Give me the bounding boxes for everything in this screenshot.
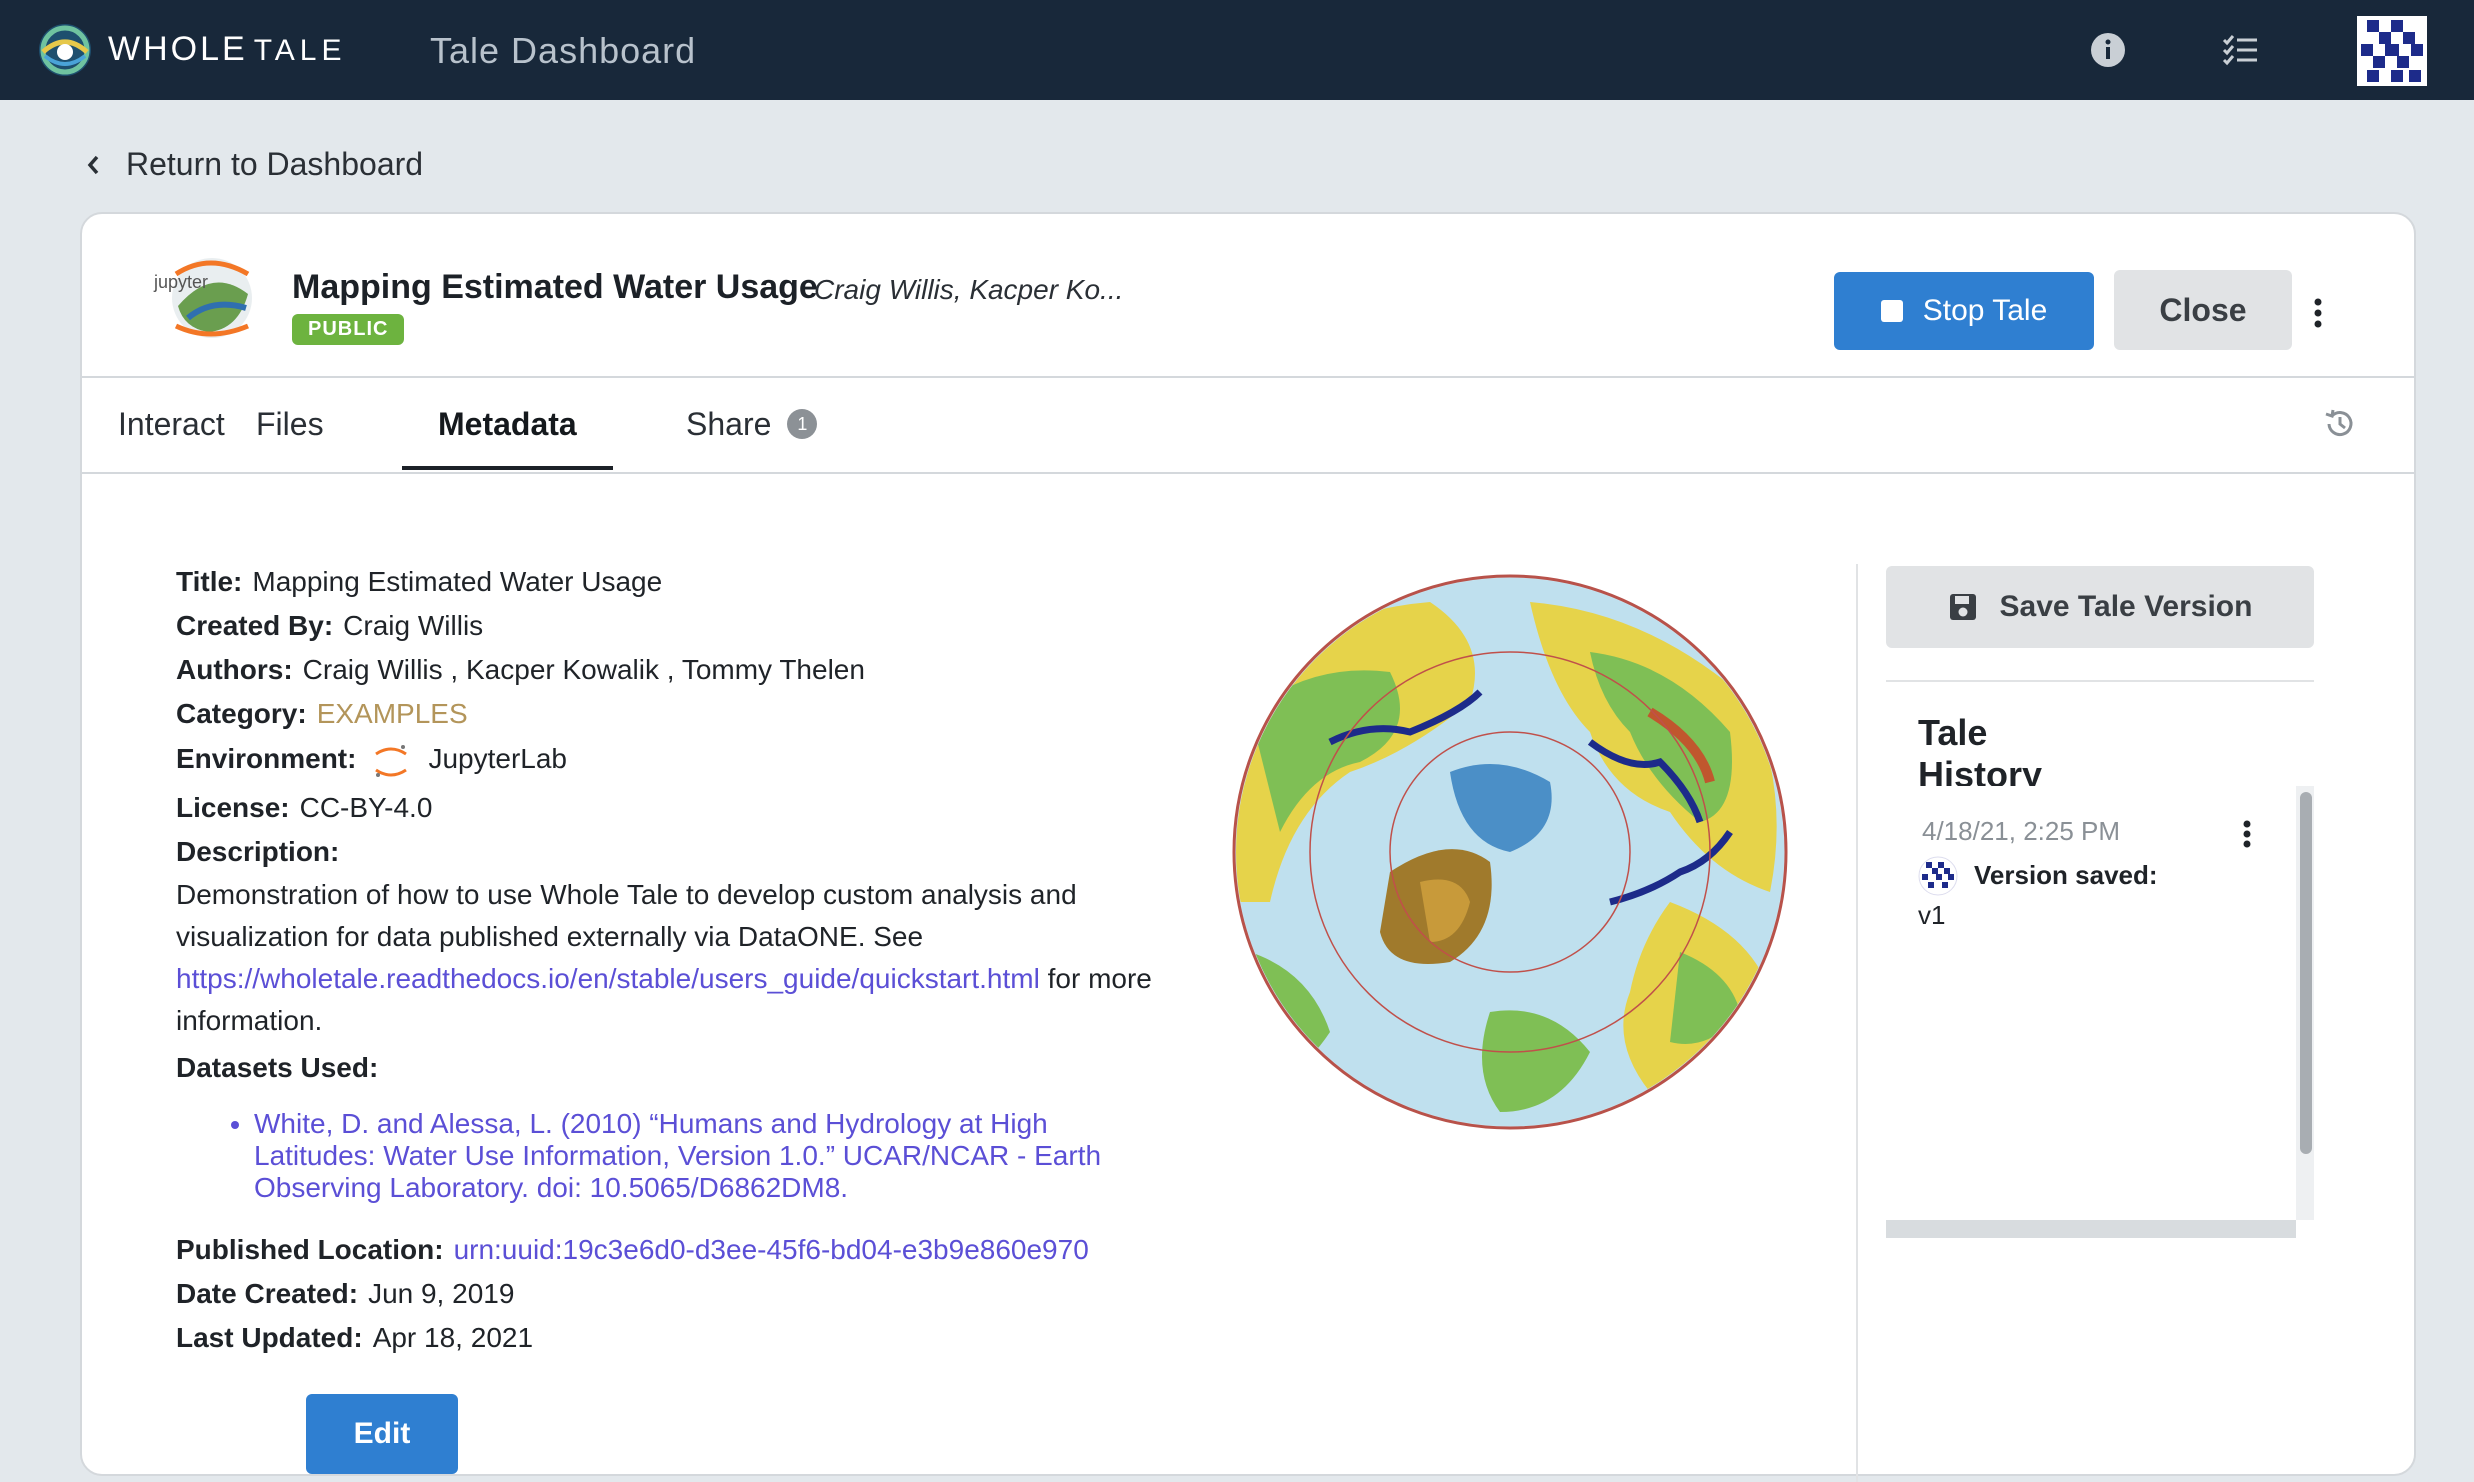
published-location-row: Published Location: urn:uuid:19c3e6d0-d3e… xyxy=(176,1228,1216,1272)
title-row: Title: Mapping Estimated Water Usage xyxy=(176,560,1216,604)
tab-files[interactable]: Files xyxy=(220,378,360,470)
last-updated-row: Last Updated: Apr 18, 2021 xyxy=(176,1316,1216,1360)
save-tale-version-label: Save Tale Version xyxy=(1999,590,2253,623)
brand-primary: WHOLE xyxy=(108,30,248,68)
tale-title: Mapping Estimated Water Usage xyxy=(292,268,818,306)
return-to-dashboard-link[interactable]: Return to Dashboard xyxy=(86,146,423,183)
return-label: Return to Dashboard xyxy=(126,146,424,182)
datasets-list: White, D. and Alessa, L. (2010) “Humans … xyxy=(176,1108,1174,1204)
edit-button[interactable]: Edit xyxy=(306,1394,458,1474)
description-heading: Description: xyxy=(176,830,1216,874)
category-value: EXAMPLES xyxy=(316,698,468,729)
published-location-link[interactable]: urn:uuid:19c3e6d0-d3ee-45f6-bd04-e3b9e86… xyxy=(454,1234,1089,1265)
environment-row: Environment: JupyterLab xyxy=(176,736,1216,782)
tale-authors: Craig Willis, Kacper Ko... xyxy=(814,274,1124,305)
tab-label: Interact xyxy=(118,406,225,442)
public-badge: PUBLIC xyxy=(292,314,405,345)
page-title: Tale Dashboard xyxy=(430,30,697,71)
metadata-panel: Title: Mapping Estimated Water Usage Crea… xyxy=(176,560,1216,1360)
created-by-label: Created By: xyxy=(176,610,334,641)
share-count-badge: 1 xyxy=(787,408,818,439)
date-created-value: Jun 9, 2019 xyxy=(368,1278,515,1309)
stop-tale-button[interactable]: Stop Tale xyxy=(1834,272,2094,350)
description-text: Demonstration of how to use Whole Tale t… xyxy=(176,879,1077,952)
close-button[interactable]: Close xyxy=(2114,270,2292,350)
environment-label: Environment: xyxy=(176,743,357,774)
history-entry-action: Version saved: xyxy=(1974,860,2158,890)
last-updated-label: Last Updated: xyxy=(176,1322,363,1353)
description-body: Demonstration of how to use Whole Tale t… xyxy=(176,874,1156,1042)
history-icon[interactable] xyxy=(2322,406,2358,442)
author-name: Craig Willis xyxy=(302,654,443,685)
brand-secondary: TALE xyxy=(253,34,347,67)
history-divider xyxy=(1886,680,2314,682)
date-created-label: Date Created: xyxy=(176,1278,359,1309)
jupyter-environment-icon xyxy=(372,741,411,780)
license-value: CC-BY-4.0 xyxy=(299,792,433,823)
chevron-left-icon xyxy=(87,155,99,174)
tab-share[interactable]: Share 1 xyxy=(650,378,853,470)
tab-label: Metadata xyxy=(438,406,577,442)
top-navbar: WHOLE TALE Tale Dashboard xyxy=(0,0,2474,100)
save-icon xyxy=(1949,594,1976,620)
history-scroll-thumb[interactable] xyxy=(2300,792,2312,1154)
svg-text:jupyter: jupyter xyxy=(153,272,208,292)
author-name: Tommy Thelen xyxy=(681,654,865,685)
history-entry-date: 4/18/21, 2:25 PM xyxy=(1922,816,2121,846)
history-user-avatar-icon xyxy=(1918,856,1958,896)
tab-label: Share xyxy=(686,406,772,442)
jupyter-logo: jupyter xyxy=(153,258,252,338)
author-name: Kacper Kowalik xyxy=(466,654,659,685)
datasets-label: Datasets Used: xyxy=(176,1052,379,1083)
category-row: Category: EXAMPLES xyxy=(176,692,1216,736)
last-updated-value: Apr 18, 2021 xyxy=(372,1322,534,1353)
datasets-heading: Datasets Used: xyxy=(176,1046,1216,1090)
history-entry-version: v1 xyxy=(1918,900,1946,930)
save-tale-version-button[interactable]: Save Tale Version xyxy=(1886,566,2314,648)
user-avatar-icon[interactable] xyxy=(2357,16,2427,86)
tale-thumbnail-map xyxy=(1232,574,1788,1130)
description-link[interactable]: https://wholetale.readthedocs.io/en/stab… xyxy=(176,963,1040,994)
stop-icon xyxy=(1880,300,1903,322)
history-horizontal-scrollbar[interactable] xyxy=(1886,1220,2296,1238)
license-label: License: xyxy=(176,792,290,823)
stop-tale-label: Stop Tale xyxy=(1922,294,2048,327)
info-icon[interactable] xyxy=(2088,30,2128,70)
checklist-icon[interactable] xyxy=(2220,30,2260,70)
title-label: Title: xyxy=(176,566,243,597)
history-entries: 4/18/21, 2:25 PM Version saved: v1 xyxy=(1886,786,2314,1232)
created-by-value: Craig Willis xyxy=(343,610,484,641)
authors-row: Authors: Craig Willis , Kacper Kowalik , … xyxy=(176,654,865,685)
published-label: Published Location: xyxy=(176,1234,444,1265)
created-by-row: Created By: Craig Willis xyxy=(176,604,1216,648)
tab-label: Files xyxy=(256,406,324,442)
category-label: Category: xyxy=(176,698,307,729)
tab-metadata[interactable]: Metadata xyxy=(402,378,613,470)
panel-divider xyxy=(1856,564,1858,1482)
dataset-link[interactable]: White, D. and Alessa, L. (2010) “Humans … xyxy=(254,1108,1174,1204)
description-label: Description: xyxy=(176,836,340,867)
license-row: License: CC-BY-4.0 xyxy=(176,786,1216,830)
tale-history-title: Tale History xyxy=(1918,712,2043,795)
history-entry-menu-icon[interactable] xyxy=(2242,820,2252,848)
more-options-icon[interactable] xyxy=(2312,298,2324,328)
authors-label: Authors: xyxy=(176,654,293,685)
environment-value: JupyterLab xyxy=(428,743,568,774)
brand-name[interactable]: WHOLE TALE xyxy=(108,30,347,69)
date-created-row: Date Created: Jun 9, 2019 xyxy=(176,1272,1216,1316)
title-value: Mapping Estimated Water Usage xyxy=(252,566,663,597)
whole-tale-logo[interactable] xyxy=(37,22,93,78)
tab-bar: Interact Files Metadata Share 1 xyxy=(82,376,2414,474)
